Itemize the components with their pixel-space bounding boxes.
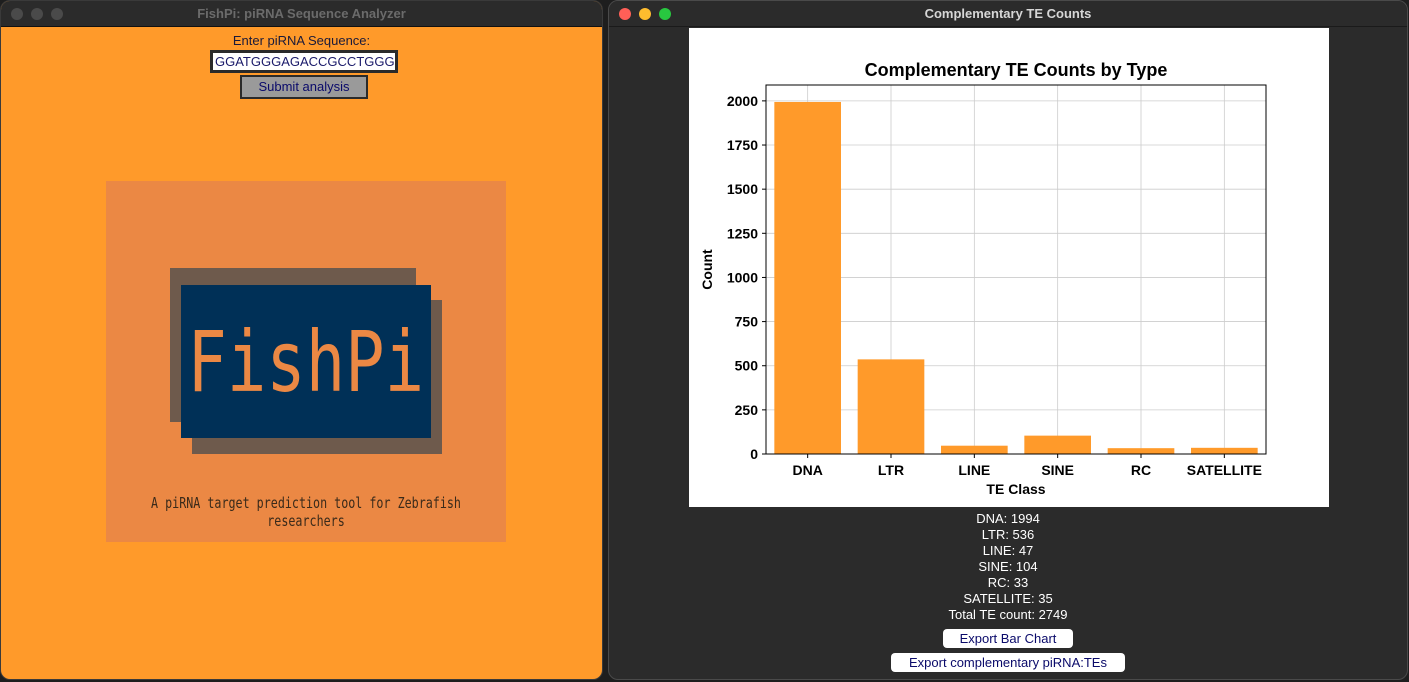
x-axis-label: TE Class [986,481,1045,497]
count-dna: DNA: 1994 [976,511,1040,526]
te-counts-titlebar[interactable]: Complementary TE Counts [609,1,1407,27]
window-controls [11,8,63,20]
count-satellite: SATELLITE: 35 [963,591,1053,606]
x-tick-label: SINE [1041,462,1074,478]
bar-chart-svg: Complementary TE Counts by Type 0 250 500 75… [699,60,1267,497]
logo-panel: FishPi A piRNA target prediction tool fo… [106,181,506,542]
x-tick-label: LTR [878,462,904,478]
logo-text: FishPi [187,312,425,411]
bar-rc [1107,448,1175,454]
x-tick-label: LINE [958,462,990,478]
analyzer-window: FishPi: piRNA Sequence Analyzer Enter pi… [0,0,603,680]
export-pirna-tes-button[interactable]: Export complementary piRNA:TEs [891,653,1125,672]
close-window-button[interactable] [619,8,631,20]
bar-ltr [857,359,925,454]
close-window-button[interactable] [11,8,23,20]
submit-analysis-label: Submit analysis [242,77,366,97]
y-tick-label: 1500 [727,181,758,197]
count-ltr: LTR: 536 [981,527,1035,542]
count-sine: SINE: 104 [978,559,1038,574]
window-title: FishPi: piRNA Sequence Analyzer [197,6,406,21]
x-tick-label: SATELLITE [1187,462,1262,478]
sequence-label: Enter piRNA Sequence: [232,33,371,48]
y-axis-label: Count [699,249,715,290]
y-tick-label: 250 [735,402,759,418]
y-tick-label: 1250 [727,225,758,241]
count-rc: RC: 33 [987,575,1029,590]
bar-line [941,445,1008,454]
y-tick-label: 500 [735,358,759,374]
y-tick-label: 2000 [727,93,758,109]
zoom-window-button[interactable] [51,8,63,20]
y-tick-label: 0 [750,446,758,462]
y-tick-label: 1750 [727,137,758,153]
minimize-window-button[interactable] [639,8,651,20]
te-counts-window: Complementary TE Counts Complementary TE… [608,0,1408,680]
count-line: LINE: 47 [982,543,1034,558]
window-controls [619,8,671,20]
y-tick-label: 1000 [727,269,758,285]
bar-dna [774,101,841,454]
x-tick-label: RC [1131,462,1151,478]
te-bar-chart: Complementary TE Counts by Type 0 250 500 75… [689,28,1329,507]
bar-sine [1024,435,1091,454]
window-title: Complementary TE Counts [924,6,1092,21]
te-count-summary: DNA: 1994 LTR: 536 LINE: 47 SINE: 104 RC… [609,511,1407,623]
fishpi-logo: FishPi [181,285,431,438]
sequence-input[interactable]: GGATGGGAGACCGCCTGGG [210,50,398,73]
export-bar-chart-button[interactable]: Export Bar Chart [943,629,1073,648]
chart-title: Complementary TE Counts by Type [865,60,1168,80]
x-tick-label: DNA [792,462,822,478]
submit-analysis-button[interactable]: Submit analysis [240,75,368,99]
minimize-window-button[interactable] [31,8,43,20]
total-te-count: Total TE count: 2749 [948,607,1068,622]
zoom-window-button[interactable] [659,8,671,20]
analyzer-titlebar[interactable]: FishPi: piRNA Sequence Analyzer [1,1,602,27]
tagline: A piRNA target prediction tool for Zebra… [151,494,461,530]
y-tick-label: 750 [735,314,759,330]
bar-satellite [1191,447,1258,454]
